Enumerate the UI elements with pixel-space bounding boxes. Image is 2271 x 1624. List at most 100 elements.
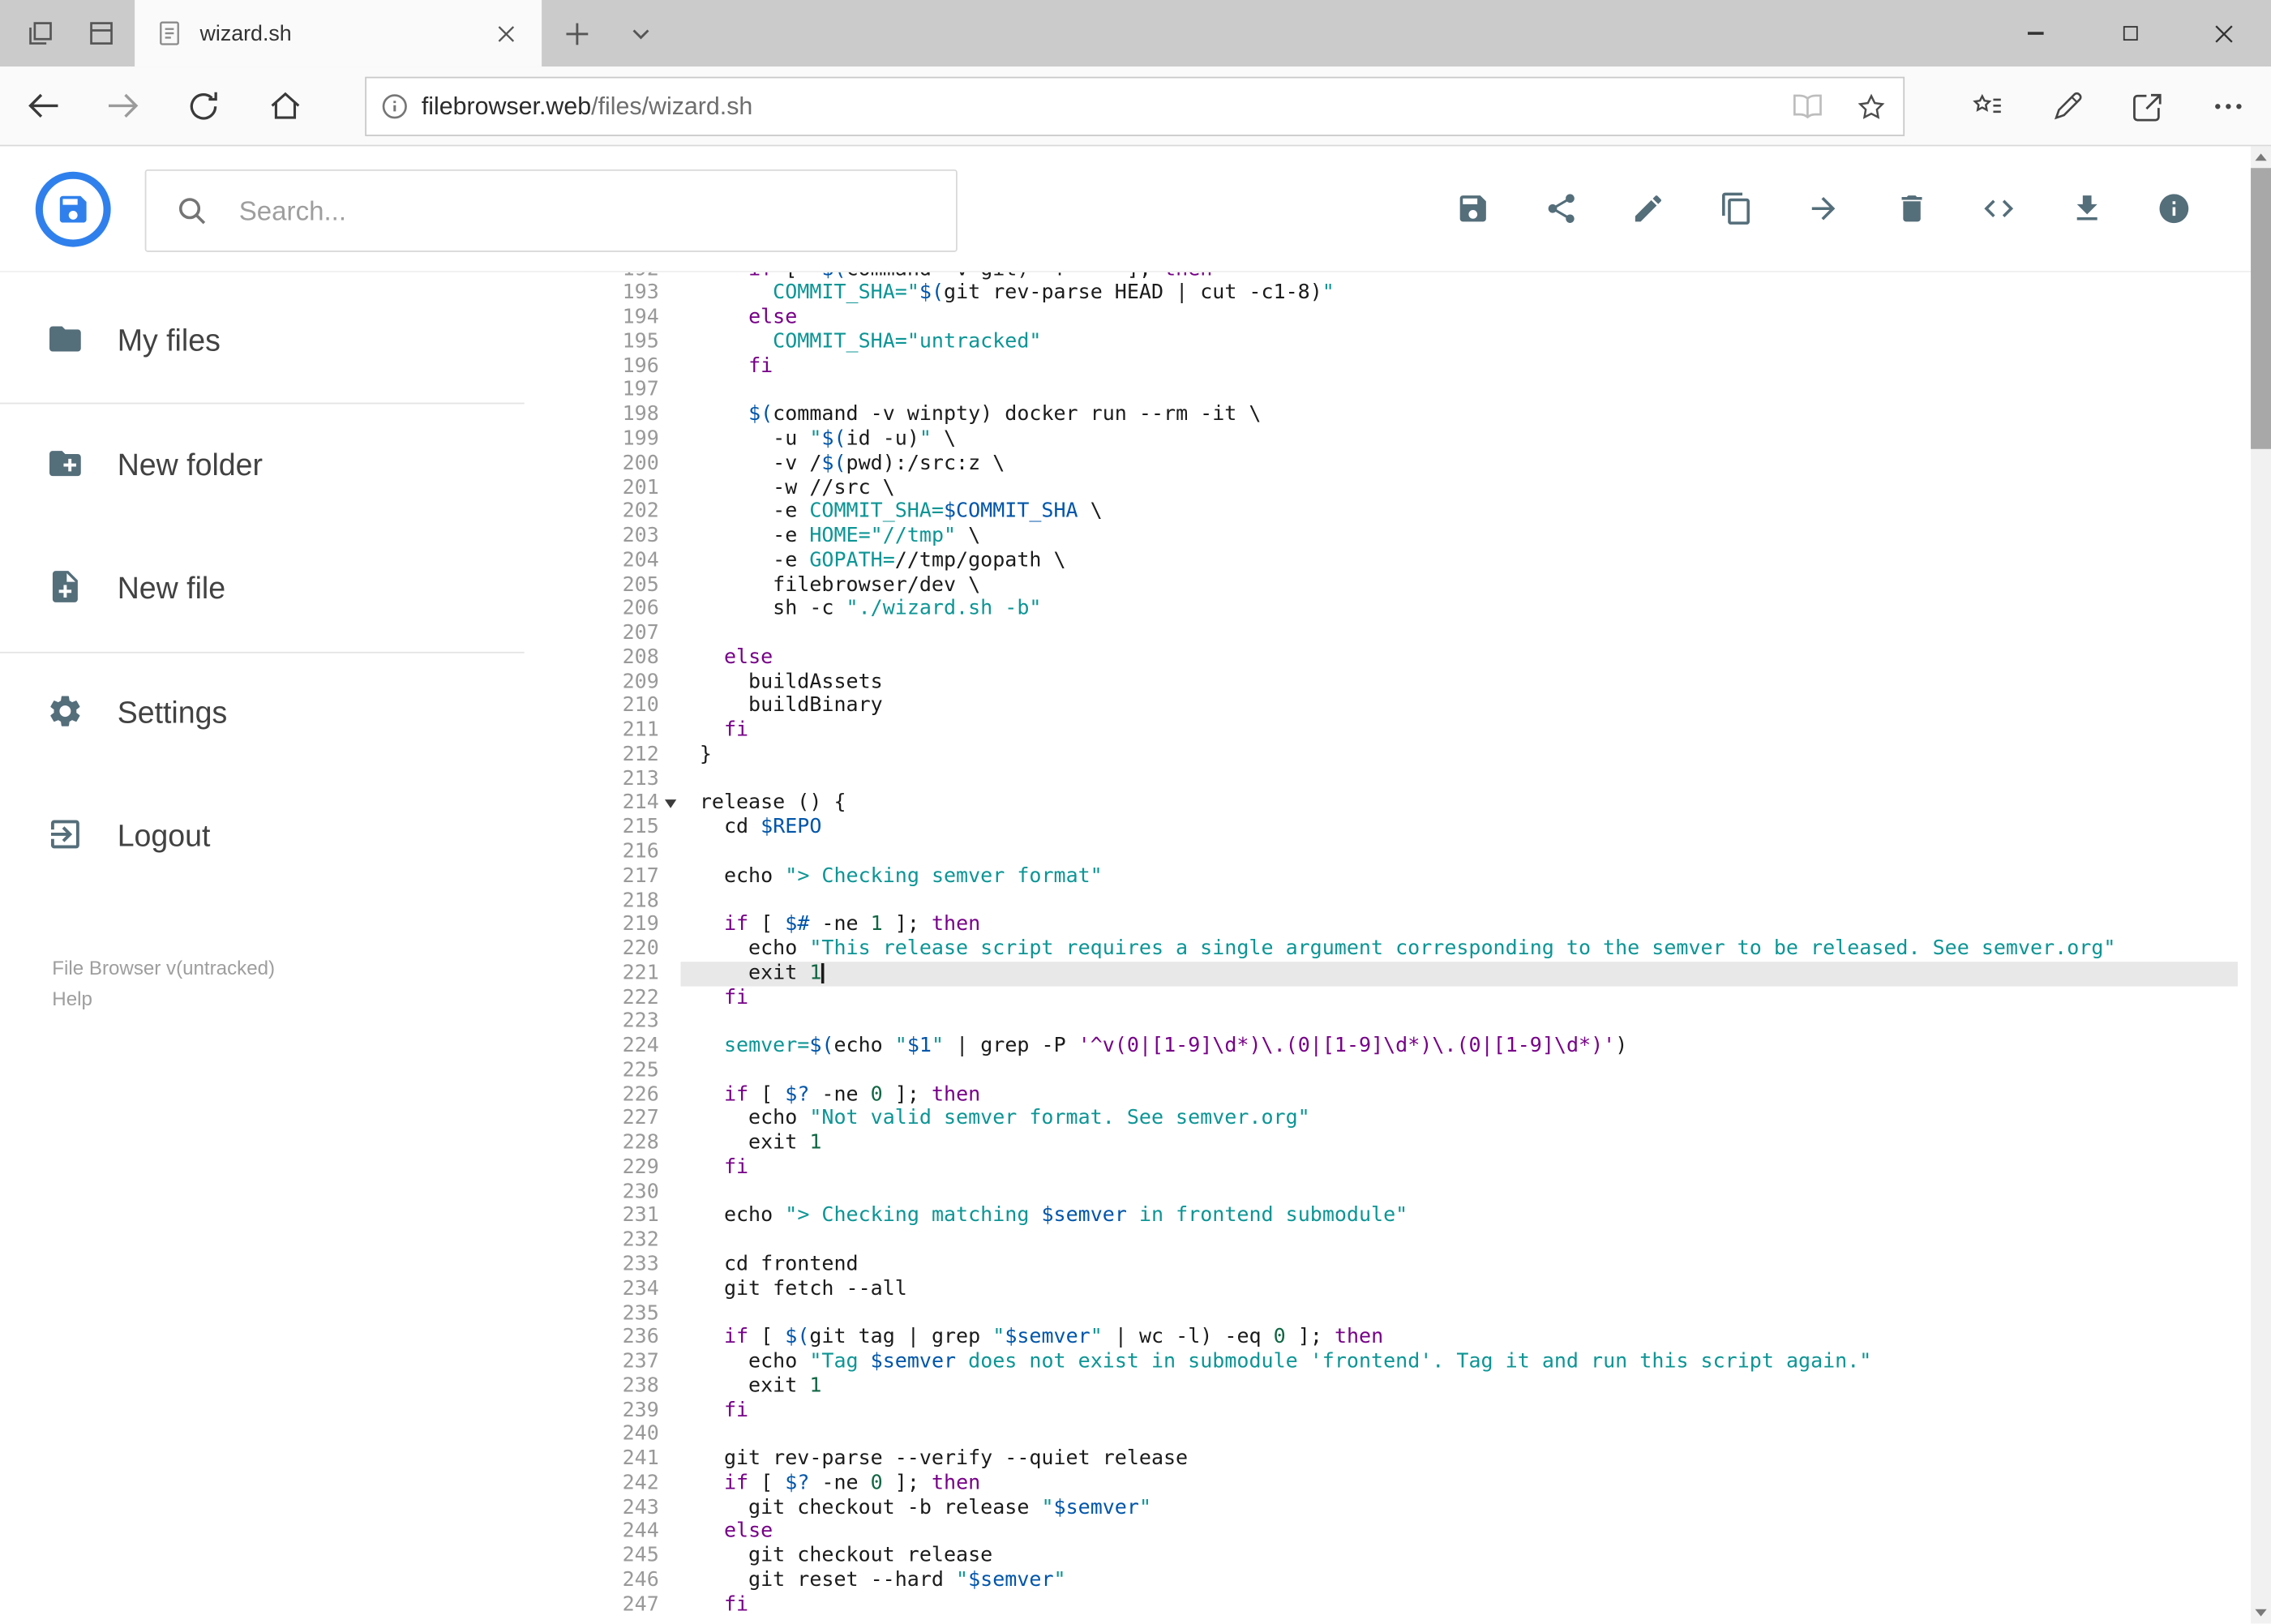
code-line-204[interactable]: 204 -e GOPATH=//tmp/gopath \ [585,549,2238,573]
more-button[interactable] [2197,75,2258,136]
code-line-237[interactable]: 237 echo "Tag $semver does not exist in … [585,1350,2238,1374]
address-bar[interactable]: filebrowser.web/files/wizard.sh [365,76,1905,136]
code-line-213[interactable]: 213 [585,767,2238,791]
home-button[interactable] [255,75,315,136]
code-line-224[interactable]: 224 semver=$(echo "$1" | grep -P '^v(0|[… [585,1035,2238,1059]
browser-tab[interactable]: wizard.sh [135,0,542,67]
code-line-227[interactable]: 227 echo "Not valid semver format. See s… [585,1108,2238,1132]
refresh-button[interactable] [173,75,234,136]
scroll-down-button[interactable] [2251,1602,2271,1624]
code-line-217[interactable]: 217 echo "> Checking semver format" [585,864,2238,889]
web-note-button[interactable] [2037,75,2097,136]
set-tabs-aside-button[interactable] [9,0,73,66]
code-line-231[interactable]: 231 echo "> Checking matching $semver in… [585,1204,2238,1228]
code-line-239[interactable]: 239 fi [585,1399,2238,1423]
code-line-241[interactable]: 241 git rev-parse --verify --quiet relea… [585,1447,2238,1472]
code-line-206[interactable]: 206 sh -c "./wizard.sh -b" [585,598,2238,622]
code-line-215[interactable]: 215 cd $REPO [585,816,2238,840]
code-line-208[interactable]: 208 else [585,645,2238,670]
code-line-226[interactable]: 226 if [ $? -ne 0 ]; then [585,1083,2238,1108]
code-line-221[interactable]: 221 exit 1 [585,961,2238,986]
sidebar-item-new-folder[interactable]: New folder [0,426,582,507]
code-line-212[interactable]: 212} [585,743,2238,767]
code-line-225[interactable]: 225 [585,1059,2238,1083]
code-line-223[interactable]: 223 [585,1010,2238,1035]
code-line-199[interactable]: 199 -u "$(id -u)" \ [585,427,2238,452]
code-line-229[interactable]: 229 fi [585,1155,2238,1180]
code-line-236[interactable]: 236 if [ $(git tag | grep "$semver" | wc… [585,1326,2238,1350]
code-line-192[interactable]: 192 if [ "$(command -v git)" != "" ]; th… [585,272,2238,281]
code-line-200[interactable]: 200 -v /$(pwd):/src:z \ [585,452,2238,476]
favorite-button[interactable] [1840,78,1904,135]
download-button[interactable] [2058,180,2115,238]
tab-close-button[interactable] [486,15,524,52]
code-line-240[interactable]: 240 [585,1423,2238,1447]
tabs-preview-button[interactable] [70,0,134,66]
code-button[interactable] [1970,180,2028,238]
code-line-218[interactable]: 218 [585,889,2238,913]
code-line-207[interactable]: 207 [585,622,2238,646]
code-line-242[interactable]: 242 if [ $? -ne 0 ]; then [585,1472,2238,1496]
share-button[interactable] [2116,75,2177,136]
code-line-233[interactable]: 233 cd frontend [585,1253,2238,1277]
hub-button[interactable] [1956,75,2016,136]
fold-marker-icon[interactable] [659,791,681,816]
edit-button[interactable] [1619,180,1677,238]
new-tab-button[interactable] [545,0,609,66]
code-line-245[interactable]: 245 git checkout release [585,1545,2238,1569]
page-scrollbar[interactable] [2251,146,2271,1624]
search-input[interactable] [238,195,942,227]
code-line-211[interactable]: 211 fi [585,718,2238,743]
minimize-button[interactable] [1989,0,2083,66]
tab-preview-toggle[interactable] [608,0,672,66]
code-line-209[interactable]: 209 buildAssets [585,670,2238,694]
maximize-button[interactable] [2083,0,2177,66]
code-line-220[interactable]: 220 echo "This release script requires a… [585,937,2238,962]
help-link[interactable]: Help [52,988,92,1009]
sidebar-item-logout[interactable]: Logout [0,797,582,878]
code-line-238[interactable]: 238 exit 1 [585,1374,2238,1399]
code-line-196[interactable]: 196 fi [585,354,2238,379]
back-button[interactable] [13,75,74,136]
code-line-230[interactable]: 230 [585,1180,2238,1204]
reading-view-button[interactable] [1776,78,1840,135]
filebrowser-logo[interactable] [35,171,112,248]
move-button[interactable] [1794,180,1852,238]
save-button[interactable] [1444,180,1502,238]
share-button[interactable] [1532,180,1589,238]
code-line-210[interactable]: 210 buildBinary [585,694,2238,718]
sidebar-item-my-files[interactable]: My files [0,302,582,383]
code-line-243[interactable]: 243 git checkout -b release "$semver" [585,1496,2238,1520]
code-line-222[interactable]: 222 fi [585,986,2238,1010]
delete-button[interactable] [1882,180,1939,238]
code-line-246[interactable]: 246 git reset --hard "$semver" [585,1569,2238,1593]
code-line-219[interactable]: 219 if [ $# -ne 1 ]; then [585,913,2238,937]
scroll-up-button[interactable] [2251,146,2271,168]
code-line-235[interactable]: 235 [585,1301,2238,1326]
info-button[interactable] [2145,180,2203,238]
sidebar-item-settings[interactable]: Settings [0,674,582,755]
code-editor[interactable]: 192 if [ "$(command -v git)" != "" ]; th… [585,272,2238,1624]
scrollbar-thumb[interactable] [2251,168,2271,449]
code-line-244[interactable]: 244 else [585,1520,2238,1545]
code-line-194[interactable]: 194 else [585,306,2238,330]
site-info-icon[interactable] [381,92,409,120]
code-line-203[interactable]: 203 -e HOME="//tmp" \ [585,525,2238,549]
code-line-202[interactable]: 202 -e COMMIT_SHA=$COMMIT_SHA \ [585,500,2238,525]
code-line-193[interactable]: 193 COMMIT_SHA="$(git rev-parse HEAD | c… [585,281,2238,306]
code-line-228[interactable]: 228 exit 1 [585,1131,2238,1155]
forward-button[interactable] [92,75,153,136]
copy-button[interactable] [1707,180,1764,238]
code-line-234[interactable]: 234 git fetch --all [585,1277,2238,1301]
code-line-198[interactable]: 198 $(command -v winpty) docker run --rm… [585,403,2238,427]
code-line-197[interactable]: 197 [585,379,2238,403]
code-line-201[interactable]: 201 -w //src \ [585,476,2238,500]
code-line-214[interactable]: 214 release () { [585,791,2238,816]
code-line-216[interactable]: 216 [585,840,2238,864]
sidebar-item-new-file[interactable]: New file [0,549,582,630]
code-line-247[interactable]: 247 fi [585,1593,2238,1618]
code-line-205[interactable]: 205 filebrowser/dev \ [585,573,2238,598]
code-line-232[interactable]: 232 [585,1228,2238,1253]
close-button[interactable] [2177,0,2271,66]
code-line-195[interactable]: 195 COMMIT_SHA="untracked" [585,330,2238,354]
